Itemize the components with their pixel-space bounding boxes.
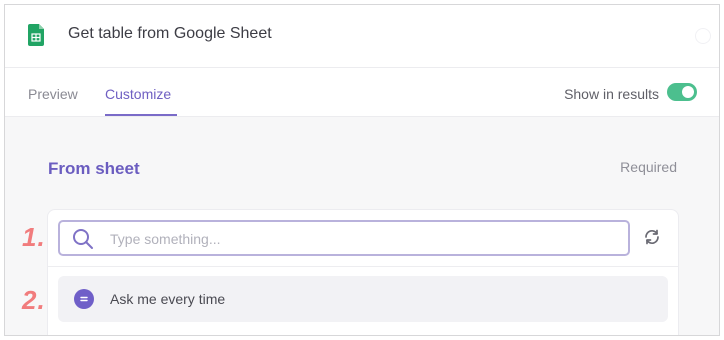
required-label: Required bbox=[620, 159, 677, 175]
section-title: From sheet bbox=[48, 159, 140, 178]
chat-icon bbox=[74, 289, 94, 309]
tab-preview[interactable]: Preview bbox=[28, 86, 78, 102]
status-indicator bbox=[695, 28, 711, 44]
step-panel: Get table from Google Sheet Preview Cust… bbox=[4, 4, 720, 336]
google-sheets-icon bbox=[28, 24, 44, 46]
divider bbox=[48, 266, 678, 267]
panel-header: Get table from Google Sheet bbox=[5, 5, 719, 68]
refresh-icon[interactable] bbox=[643, 228, 661, 246]
tab-customize[interactable]: Customize bbox=[105, 86, 171, 102]
option-label: Ask me every time bbox=[110, 291, 226, 307]
search-icon bbox=[73, 229, 93, 249]
sheet-picker-card: Type something... Ask me every time bbox=[47, 209, 679, 335]
panel-title: Get table from Google Sheet bbox=[68, 25, 272, 42]
toggle-knob bbox=[682, 86, 694, 98]
option-ask-every-time[interactable]: Ask me every time bbox=[58, 276, 668, 322]
search-placeholder: Type something... bbox=[110, 231, 221, 247]
tab-bar: Preview Customize Show in results bbox=[5, 68, 719, 117]
active-tab-indicator bbox=[105, 114, 177, 116]
annotation-step-2: 2. bbox=[22, 285, 46, 315]
search-input[interactable]: Type something... bbox=[58, 220, 630, 256]
customize-body: From sheet Required Type something... As… bbox=[5, 117, 719, 335]
show-in-results-toggle[interactable] bbox=[667, 83, 697, 101]
show-in-results-label: Show in results bbox=[564, 86, 659, 102]
annotation-step-1: 1. bbox=[22, 222, 46, 252]
